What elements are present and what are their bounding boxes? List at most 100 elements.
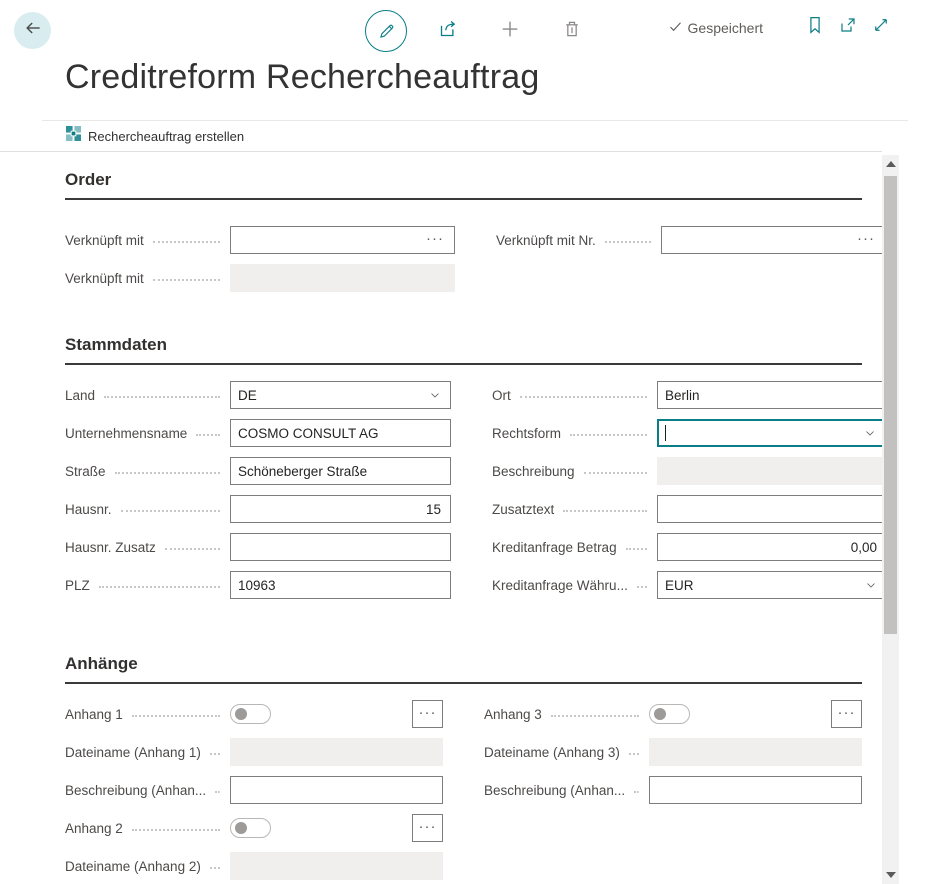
toggle-knob — [235, 708, 247, 720]
plz-input[interactable] — [231, 573, 448, 597]
scrollbar-thumb[interactable] — [884, 176, 897, 634]
share-icon — [438, 18, 459, 44]
field-verknuepft-mit-2: Verknüpft mit — [65, 264, 455, 292]
record-toolbar — [363, 8, 595, 54]
field-anhang-1: Anhang 1 ··· — [65, 700, 443, 728]
anhaenge-left-column: Anhang 1 ··· Dateiname (Anhang 1) — [65, 700, 443, 884]
zusatztext-input[interactable] — [658, 497, 884, 521]
dateiname-anhang-1-disabled-field — [230, 738, 443, 766]
edit-mode-button[interactable] — [363, 8, 409, 54]
dotted-leader — [634, 791, 639, 793]
hausnr-zusatz-input[interactable] — [231, 535, 448, 559]
page-header: Gespeichert — [0, 0, 948, 121]
page-title: Creditreform Rechercheauftrag — [65, 58, 539, 97]
delete-button[interactable] — [549, 8, 595, 54]
field-label: Kreditanfrage Betrag — [492, 540, 617, 555]
field-label: Dateiname (Anhang 3) — [484, 745, 620, 760]
field-anhang-3: Anhang 3 ··· — [484, 700, 862, 728]
dotted-leader — [626, 548, 647, 550]
chevron-down-icon[interactable] — [858, 579, 884, 591]
field-dateiname-anhang-2: Dateiname (Anhang 2) — [65, 852, 443, 880]
dotted-leader — [551, 715, 639, 717]
hausnr-input[interactable] — [231, 497, 448, 521]
beschreibung-anhang-1-input[interactable] — [231, 778, 440, 802]
land-dropdown-input[interactable] — [231, 383, 422, 407]
bookmark-button[interactable] — [805, 18, 824, 37]
field-unternehmensname: Unternehmensname — [65, 419, 451, 447]
dotted-leader — [99, 586, 220, 588]
anhang-1-assist-button[interactable]: ··· — [412, 700, 443, 728]
dotted-leader — [210, 753, 220, 755]
dotted-leader — [210, 867, 220, 869]
anhang-1-toggle[interactable] — [230, 704, 271, 724]
save-status-label: Gespeichert — [688, 20, 763, 36]
section-stammdaten: Stammdaten Land — [65, 335, 862, 609]
field-kreditanfrage-betrag: Kreditanfrage Betrag — [492, 533, 887, 561]
vertical-scrollbar[interactable] — [882, 155, 899, 884]
dotted-leader — [637, 586, 647, 588]
dotted-leader — [520, 396, 647, 398]
expand-button[interactable] — [871, 18, 890, 37]
field-label: Straße — [65, 464, 106, 479]
chevron-down-icon[interactable] — [857, 427, 883, 439]
create-order-icon — [66, 126, 88, 146]
arrow-left-icon — [23, 18, 43, 43]
stammdaten-right-column: Ort Rechtsform — [492, 381, 887, 609]
back-button[interactable] — [14, 12, 51, 49]
ellipsis-assist-button[interactable]: ··· — [853, 231, 883, 250]
field-label: Verknüpft mit — [65, 271, 144, 286]
anhang-2-assist-button[interactable]: ··· — [412, 814, 443, 842]
kreditanfrage-waehrung-dropdown-input[interactable] — [658, 573, 858, 597]
scroll-down-arrow-icon[interactable] — [886, 872, 896, 878]
anhang-3-assist-button[interactable]: ··· — [831, 700, 862, 728]
beschreibung-anhang-3-input[interactable] — [650, 778, 859, 802]
dotted-leader — [104, 396, 220, 398]
field-label: Dateiname (Anhang 1) — [65, 745, 201, 760]
field-label: Land — [65, 388, 95, 403]
chevron-down-icon[interactable] — [422, 389, 448, 401]
field-beschreibung-anhang-1: Beschreibung (Anhan... — [65, 776, 443, 804]
field-beschreibung: Beschreibung — [492, 457, 887, 485]
ort-input[interactable] — [658, 383, 884, 407]
field-label: Verknüpft mit — [65, 233, 144, 248]
kreditanfrage-betrag-input[interactable] — [658, 535, 884, 559]
create-research-order-action[interactable]: Rechercheauftrag erstellen — [66, 126, 244, 146]
field-label: Ort — [492, 388, 511, 403]
verknuepft-mit-disabled-field — [230, 264, 455, 292]
field-rechtsform: Rechtsform — [492, 419, 887, 447]
dotted-leader — [215, 791, 220, 793]
field-kreditanfrage-waehrung: Kreditanfrage Währu... — [492, 571, 887, 599]
field-dateiname-anhang-1: Dateiname (Anhang 1) — [65, 738, 443, 766]
rechtsform-dropdown-input[interactable] — [666, 421, 857, 445]
dotted-leader — [153, 279, 220, 281]
field-hausnr: Hausnr. — [65, 495, 451, 523]
strasse-input[interactable] — [231, 459, 448, 483]
dotted-leader — [115, 472, 220, 474]
anhang-2-toggle[interactable] — [230, 818, 271, 838]
anhang-3-toggle[interactable] — [649, 704, 690, 724]
rechtsform-dropdown-focused[interactable] — [657, 419, 887, 447]
dotted-leader — [121, 510, 220, 512]
ellipsis-assist-button[interactable]: ··· — [422, 231, 452, 250]
card-content: Order Verknüpft mit ··· — [0, 152, 948, 884]
new-record-button[interactable] — [487, 8, 533, 54]
unternehmensname-input[interactable] — [231, 421, 448, 445]
open-in-new-window-button[interactable] — [838, 18, 857, 37]
scroll-up-arrow-icon[interactable] — [886, 161, 896, 167]
field-label: Beschreibung (Anhan... — [484, 783, 625, 798]
header-divider — [42, 120, 908, 121]
dotted-leader — [153, 241, 220, 243]
stammdaten-left-column: Land Unternehmensname — [65, 381, 451, 609]
share-button[interactable] — [425, 8, 471, 54]
field-label: Hausnr. Zusatz — [65, 540, 156, 555]
dateiname-anhang-3-disabled-field — [649, 738, 862, 766]
field-label: Dateiname (Anhang 2) — [65, 859, 201, 874]
dotted-leader — [196, 434, 220, 436]
field-beschreibung-anhang-3: Beschreibung (Anhan... — [484, 776, 862, 804]
verknuepft-mit-nr-input[interactable] — [662, 228, 853, 252]
field-label: Beschreibung — [492, 464, 575, 479]
bookmark-icon — [807, 16, 823, 39]
section-order-title: Order — [65, 170, 862, 200]
dateiname-anhang-2-disabled-field — [230, 852, 443, 880]
verknuepft-mit-input[interactable] — [231, 228, 422, 252]
